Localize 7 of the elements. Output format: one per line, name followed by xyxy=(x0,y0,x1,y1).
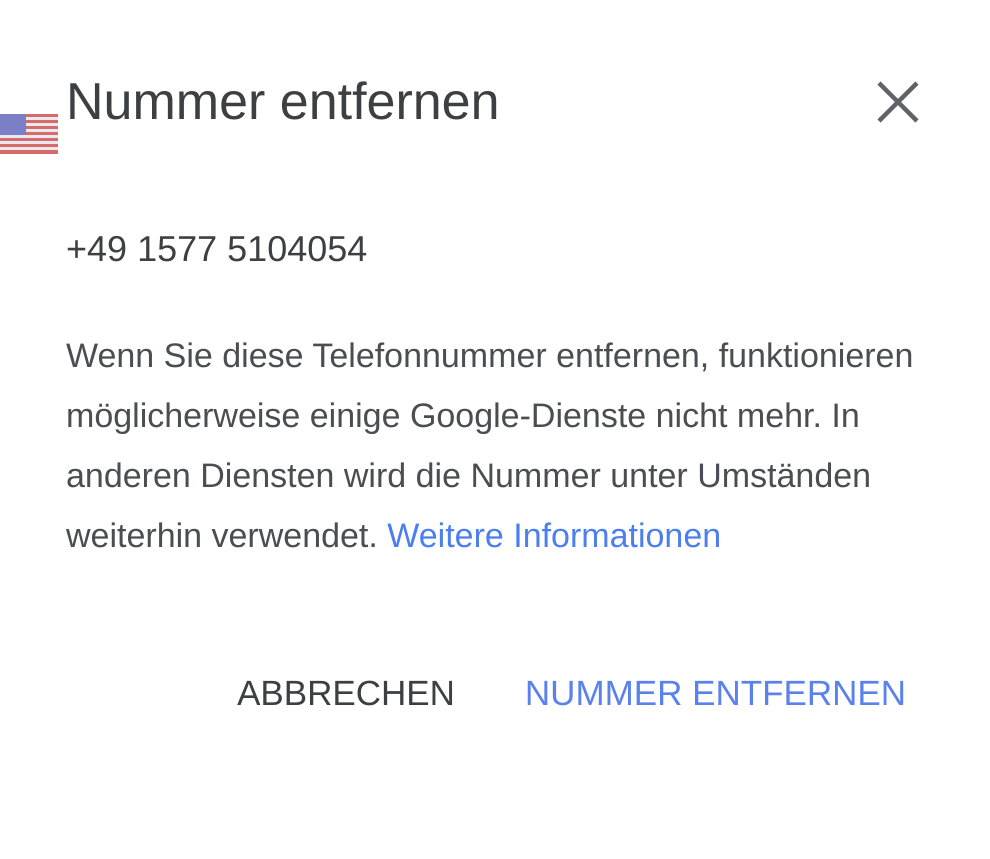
remove-button[interactable]: NUMMER ENTFERNEN xyxy=(514,666,916,722)
phone-number: +49 1577 5104054 xyxy=(66,228,368,270)
cancel-button[interactable]: ABBRECHEN xyxy=(227,666,465,722)
flag-icon xyxy=(0,114,58,154)
dialog-title: Nummer entfernen xyxy=(66,72,500,132)
more-info-link[interactable]: Weitere Informationen xyxy=(387,517,722,555)
message-text: Wenn Sie diese Telefonnummer entfernen, funktionieren möglicherweise einige Google-Dienste nicht mehr. In anderen Diensten wird die Nummer unter Umständen weiterhin verwendet. Weitere Informationen xyxy=(66,336,914,557)
